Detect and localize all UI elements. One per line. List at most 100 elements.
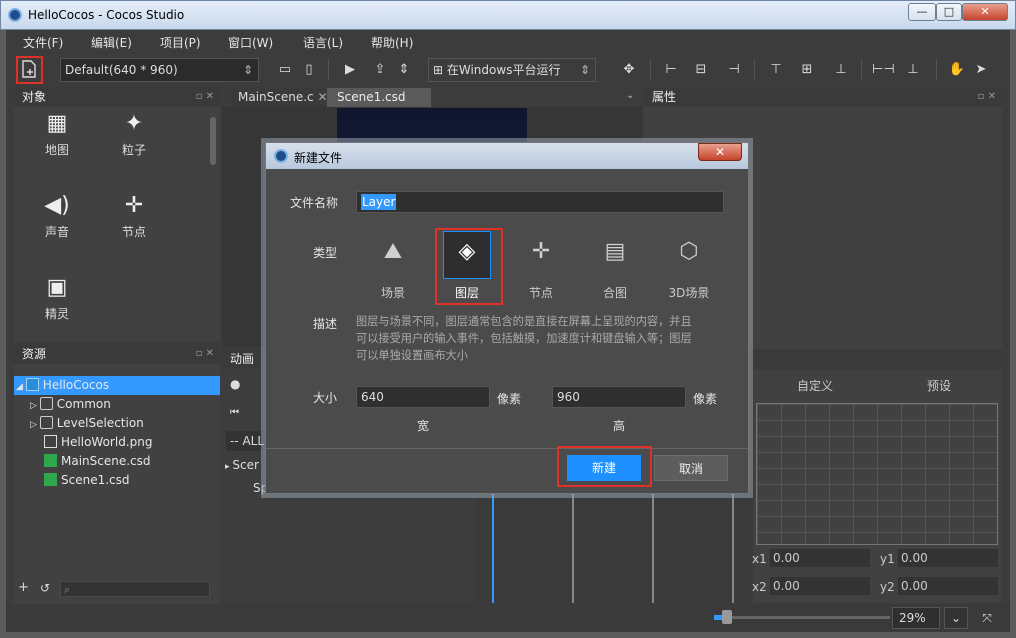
scrollbar[interactable]	[210, 117, 216, 165]
zoom-dropdown-icon[interactable]: ⌄	[944, 607, 968, 629]
expand-icon: ◢	[16, 382, 26, 392]
menu-window[interactable]: 窗口(W)	[228, 34, 273, 51]
tab-scene1[interactable]: Scene1.csd	[327, 88, 431, 107]
tree-item-root[interactable]: ◢ HelloCocos	[14, 376, 220, 395]
cancel-button[interactable]: 取消	[654, 455, 728, 481]
size-label: 大小	[313, 391, 338, 405]
menu-help[interactable]: 帮助(H)	[371, 34, 413, 51]
align-right-icon[interactable]: ⊣	[724, 60, 744, 80]
run-target-value: 在Windows平台运行	[446, 63, 561, 77]
height-input[interactable]: 960	[552, 386, 686, 408]
rewind-icon[interactable]: ⏮	[230, 407, 239, 418]
tree-item-file[interactable]: Scene1.csd	[44, 471, 130, 490]
timeline-marker	[732, 491, 734, 603]
tree-item-file[interactable]: HelloWorld.png	[44, 433, 152, 452]
create-highlight	[557, 446, 652, 487]
tab-mainscene[interactable]: MainScene.c ✕	[230, 88, 326, 107]
y2-input[interactable]: 0.00	[898, 577, 998, 595]
file-name-input[interactable]: Layer	[356, 191, 724, 213]
x1-input[interactable]: 0.00	[770, 549, 870, 567]
distribute-icon[interactable]: ✥	[619, 60, 639, 80]
align-left-icon[interactable]: ⊢	[661, 60, 681, 80]
play-icon[interactable]: ▶	[340, 60, 360, 80]
object-node[interactable]: ✛ 节点	[104, 189, 164, 240]
tree-label: LevelSelection	[56, 416, 144, 430]
panel-close-icon[interactable]: ▫ ✕	[196, 344, 214, 364]
minimize-button[interactable]: —	[908, 3, 936, 21]
panel-close-icon[interactable]: ▫ ✕	[978, 87, 996, 107]
tab-preset[interactable]: 预设	[927, 377, 951, 394]
updown-icon: ⇕	[242, 63, 253, 77]
resource-search-input[interactable]: ⌕	[60, 581, 210, 597]
csd-file-icon	[44, 454, 57, 467]
description-text: 图层与场景不同，图层通常包含的是直接在屏幕上呈现的内容，并且 可以接受用户的输入…	[356, 313, 728, 364]
maximize-button[interactable]: □	[936, 3, 962, 21]
object-particle[interactable]: ✦ 粒子	[104, 107, 164, 158]
tree-label: HelloWorld.png	[61, 435, 153, 449]
close-button[interactable]: ✕	[962, 3, 1008, 21]
toolbar: Default(640 * 960) ⇕ ▭ ▯ ▶ ⇪ ⇕ ⊞ 在Window…	[14, 54, 1004, 86]
zoom-slider-thumb[interactable]	[722, 610, 732, 624]
type-node[interactable]: ✛ 节点	[509, 232, 573, 301]
zoom-input[interactable]: 29%	[892, 607, 940, 629]
refresh-icon[interactable]: ↺	[40, 581, 50, 595]
fit-screen-icon[interactable]: ⤧	[976, 608, 998, 628]
v-spacing-icon[interactable]: ⊥	[903, 60, 923, 80]
collapse-icon: ▷	[30, 420, 40, 430]
type-label-text: 场景	[380, 286, 405, 300]
object-sprite[interactable]: ▣ 精灵	[27, 271, 87, 322]
hand-icon[interactable]: ✋	[947, 60, 967, 80]
object-map[interactable]: ▦ 地图	[27, 107, 87, 158]
align-middle-icon[interactable]: ⊞	[797, 60, 817, 80]
width-input[interactable]: 640	[356, 386, 490, 408]
window-title: HelloCocos - Cocos Studio	[28, 8, 185, 22]
menu-language[interactable]: 语言(L)	[303, 34, 343, 51]
menu-file[interactable]: 文件(F)	[23, 34, 63, 51]
animation-filter[interactable]: -- ALL	[226, 431, 266, 451]
height-label: 高	[613, 419, 626, 433]
tree-item-file[interactable]: MainScene.csd	[44, 452, 151, 471]
align-top-icon[interactable]: ⊤	[766, 60, 786, 80]
resources-panel-title: 资源	[22, 347, 47, 361]
tab-close-icon[interactable]: ✕	[317, 90, 326, 104]
zoom-slider[interactable]	[714, 616, 890, 619]
app-icon	[8, 8, 22, 22]
publish-dropdown-icon[interactable]: ⇕	[394, 60, 414, 80]
add-icon[interactable]: +	[18, 580, 29, 595]
pointer-icon[interactable]: ➤	[971, 60, 991, 80]
type-sprite-sheet[interactable]: ▤ 合图	[583, 232, 647, 301]
y1-input[interactable]: 0.00	[898, 549, 998, 567]
align-bottom-icon[interactable]: ⊥	[831, 60, 851, 80]
landscape-icon[interactable]: ▭	[275, 60, 295, 80]
playhead[interactable]	[492, 491, 494, 603]
type-3d-scene[interactable]: ⬡ 3D场景	[657, 232, 721, 301]
h-spacing-icon[interactable]: ⊢⊣	[872, 60, 895, 80]
menu-bar: 文件(F) 编辑(E) 项目(P) 窗口(W) 语言(L) 帮助(H)	[14, 32, 1004, 52]
publish-icon[interactable]: ⇪	[370, 60, 390, 80]
dialog-app-icon	[274, 149, 288, 163]
add-keyframe-icon[interactable]: ●	[230, 377, 240, 391]
x2-input[interactable]: 0.00	[770, 577, 870, 595]
object-label: 精灵	[44, 307, 69, 321]
run-target-select[interactable]: ⊞ 在Windows平台运行 ⇕	[428, 58, 596, 82]
tab-custom[interactable]: 自定义	[797, 377, 833, 394]
x2-label: x2	[752, 580, 767, 594]
dialog-title: 新建文件	[294, 151, 343, 165]
easing-grid[interactable]	[756, 403, 998, 545]
object-label: 节点	[121, 225, 146, 239]
object-sound[interactable]: ◀) 声音	[27, 189, 87, 240]
particle-icon: ✦	[124, 111, 144, 136]
align-center-icon[interactable]: ⊟	[691, 60, 711, 80]
dialog-close-button[interactable]: ✕	[698, 143, 742, 161]
dialog-title-bar: 新建文件 ✕	[266, 143, 748, 169]
animation-row[interactable]: ▸ Scer	[225, 458, 259, 472]
panel-close-icon[interactable]: ▫ ✕	[196, 87, 214, 107]
portrait-icon[interactable]: ▯	[299, 60, 319, 80]
tabs-dropdown-icon[interactable]: ⌄	[626, 90, 634, 101]
tree-item-folder[interactable]: ▷ LevelSelection	[30, 414, 144, 433]
menu-project[interactable]: 项目(P)	[160, 34, 201, 51]
type-scene[interactable]: ⛰ 场景	[361, 232, 425, 301]
resolution-select[interactable]: Default(640 * 960) ⇕	[60, 58, 259, 82]
tree-item-folder[interactable]: ▷ Common	[30, 395, 111, 414]
menu-edit[interactable]: 编辑(E)	[91, 34, 132, 51]
